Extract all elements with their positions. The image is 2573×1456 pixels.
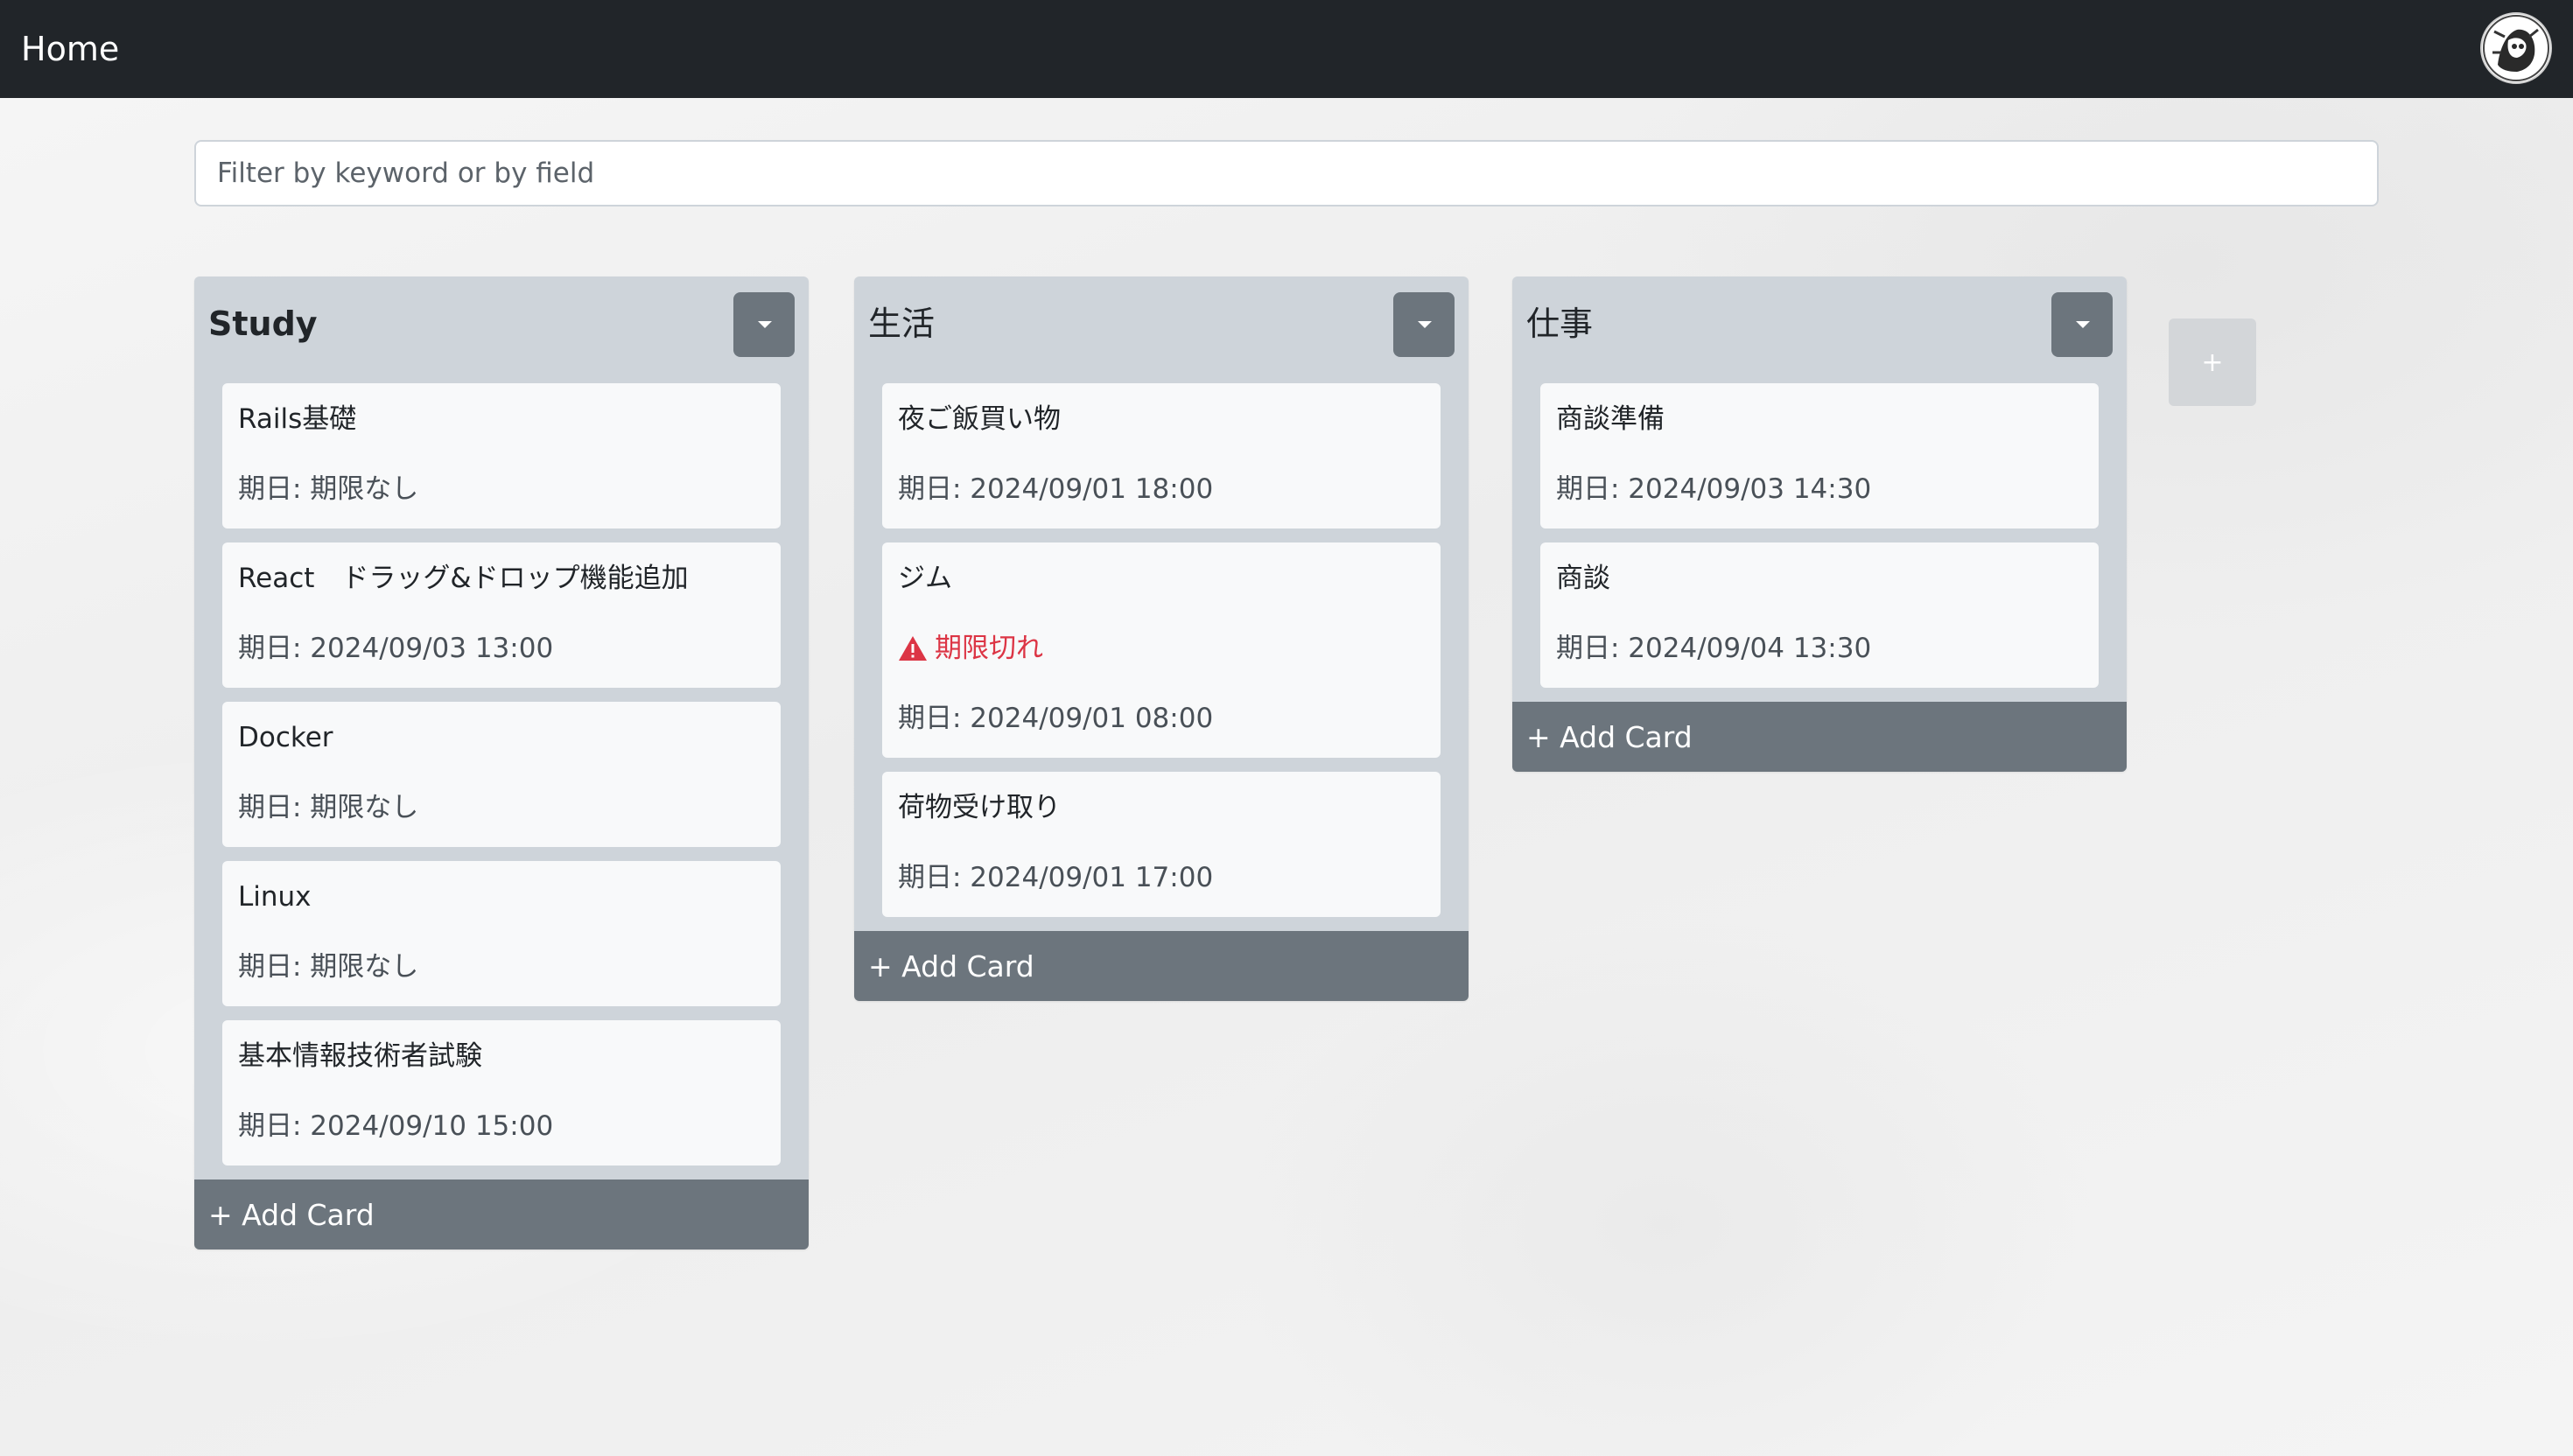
card-due: 期日: 2024/09/01 18:00 xyxy=(898,473,1214,505)
column-header: 仕事 xyxy=(1512,276,2127,383)
column-work: 仕事 商談準備 期日: 2024/09/03 14:30 商談 期日: 2024… xyxy=(1512,276,2127,772)
card[interactable]: 商談 期日: 2024/09/04 13:30 xyxy=(1540,542,2099,688)
top-navbar: Home xyxy=(0,0,2573,98)
add-card-button[interactable]: + Add Card xyxy=(194,1180,809,1250)
user-avatar-icon[interactable] xyxy=(2480,12,2552,84)
card-due: 期日: 2024/09/04 13:30 xyxy=(1556,633,1872,664)
card-due: 期日: 期限なし xyxy=(238,473,419,505)
column-header: Study xyxy=(194,276,809,383)
card-title: React ドラッグ&ドロップ機能追加 xyxy=(238,563,689,594)
card-title: 夜ご飯買い物 xyxy=(898,403,1061,435)
card[interactable]: Rails基礎 期日: 期限なし xyxy=(222,383,781,528)
card[interactable]: 商談準備 期日: 2024/09/03 14:30 xyxy=(1540,383,2099,528)
column-title: 生活 xyxy=(868,304,936,343)
filter-input[interactable] xyxy=(194,140,2379,206)
column-menu-button[interactable] xyxy=(1393,292,1455,357)
card-title: ジム xyxy=(898,563,952,594)
caret-down-icon xyxy=(1418,321,1432,328)
add-card-button[interactable]: + Add Card xyxy=(1512,702,2127,772)
card-title: 荷物受け取り xyxy=(898,792,1061,823)
caret-down-icon xyxy=(758,321,772,328)
card[interactable]: 基本情報技術者試験 期日: 2024/09/10 15:00 xyxy=(222,1020,781,1166)
column-header: 生活 xyxy=(854,276,1469,383)
column-title: Study xyxy=(208,304,318,343)
card-due: 期日: 期限なし xyxy=(238,951,419,983)
card[interactable]: React ドラッグ&ドロップ機能追加 期日: 2024/09/03 13:00 xyxy=(222,542,781,688)
card-title: 商談準備 xyxy=(1556,403,1665,435)
add-column-button[interactable]: + xyxy=(2169,318,2256,406)
card-due: 期日: 2024/09/01 08:00 xyxy=(898,703,1214,734)
card-due: 期日: 2024/09/03 13:00 xyxy=(238,633,554,664)
column-title: 仕事 xyxy=(1526,304,1594,343)
card-title: Rails基礎 xyxy=(238,403,357,435)
card-due: 期日: 2024/09/03 14:30 xyxy=(1556,473,1872,505)
card[interactable]: 荷物受け取り 期日: 2024/09/01 17:00 xyxy=(882,772,1441,917)
overdue-label: 期限切れ xyxy=(935,633,1043,664)
card-due: 期日: 2024/09/01 17:00 xyxy=(898,862,1214,893)
card-title: 基本情報技術者試験 xyxy=(238,1040,482,1072)
overdue-warning: 期限切れ xyxy=(898,628,1425,668)
card-title: Docker xyxy=(238,722,333,753)
card[interactable]: Docker 期日: 期限なし xyxy=(222,702,781,847)
add-card-button[interactable]: + Add Card xyxy=(854,931,1469,1001)
card[interactable]: 夜ご飯買い物 期日: 2024/09/01 18:00 xyxy=(882,383,1441,528)
card-title: 商談 xyxy=(1556,563,1610,594)
column-study: Study Rails基礎 期日: 期限なし React ドラッグ&ドロップ機能… xyxy=(194,276,809,1250)
column-life: 生活 夜ご飯買い物 期日: 2024/09/01 18:00 ジム 期限切れ 期… xyxy=(854,276,1469,1001)
card[interactable]: ジム 期限切れ 期日: 2024/09/01 08:00 xyxy=(882,542,1441,758)
warning-icon xyxy=(899,636,927,661)
card[interactable]: Linux 期日: 期限なし xyxy=(222,861,781,1006)
column-menu-button[interactable] xyxy=(733,292,795,357)
column-menu-button[interactable] xyxy=(2051,292,2113,357)
card-due: 期日: 2024/09/10 15:00 xyxy=(238,1110,554,1142)
card-due: 期日: 期限なし xyxy=(238,792,419,823)
home-link[interactable]: Home xyxy=(21,24,119,74)
card-title: Linux xyxy=(238,881,312,913)
caret-down-icon xyxy=(2076,321,2090,328)
